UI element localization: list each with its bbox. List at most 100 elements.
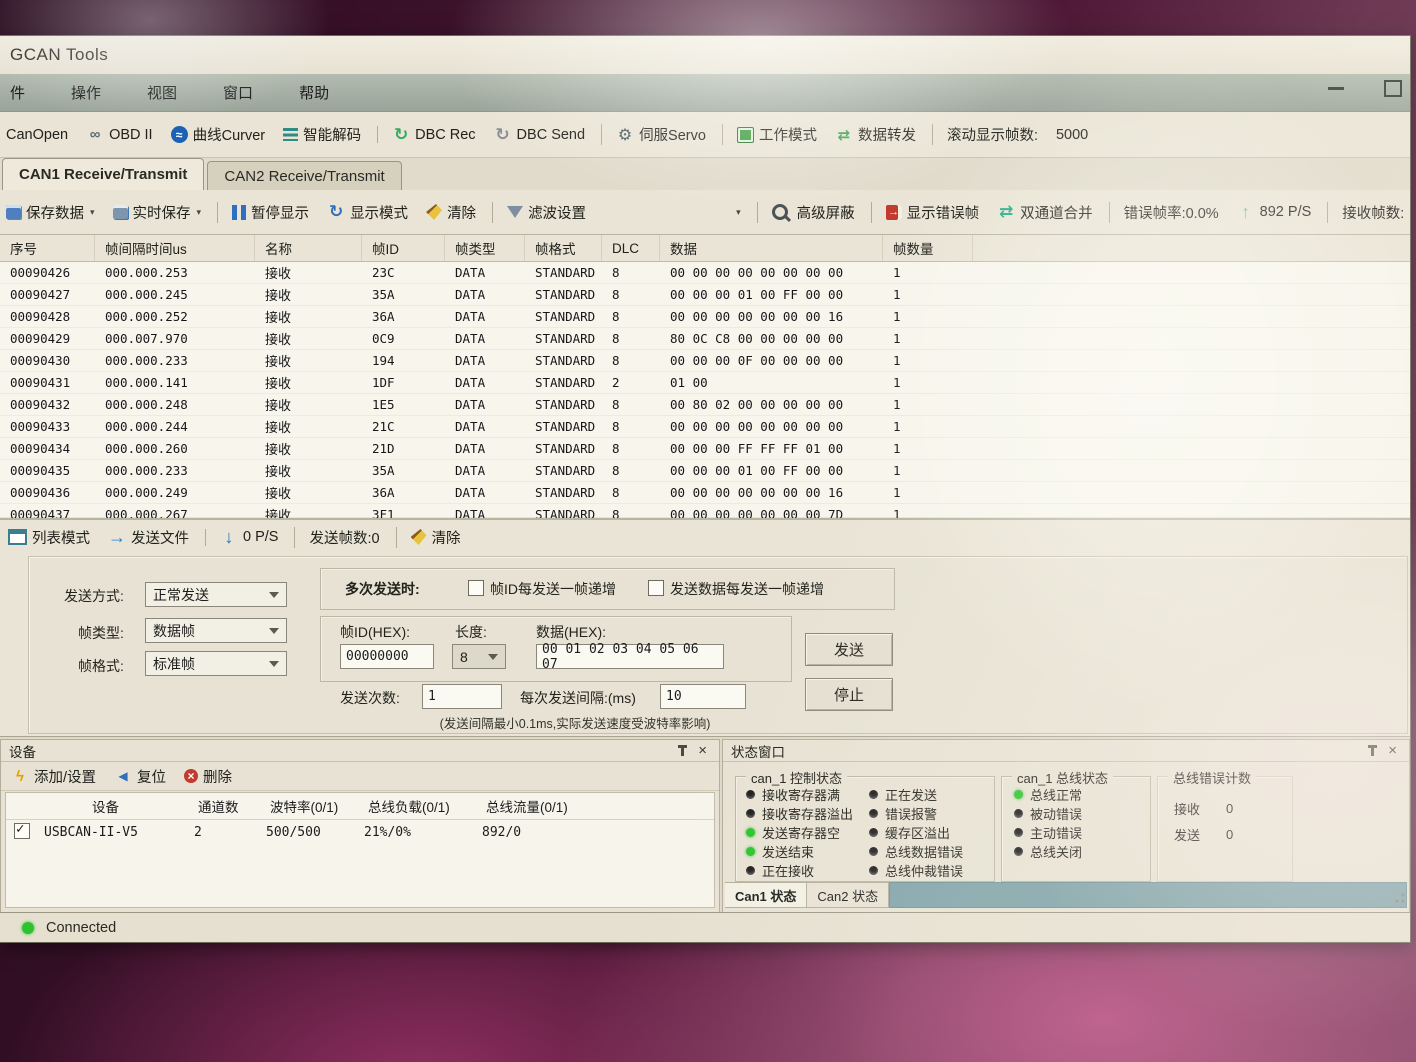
tab-strip-filler (889, 882, 1407, 908)
channel-tab[interactable]: CAN2 Receive/Transmit (207, 161, 401, 190)
stop-button[interactable]: 停止 (805, 678, 893, 711)
minimize-icon[interactable] (1328, 87, 1344, 90)
pin-icon[interactable] (681, 746, 684, 756)
toolbar-button[interactable]: 发送帧数:0 (294, 527, 379, 548)
cell-frame-type: DATA (445, 309, 525, 324)
menu-item[interactable]: 视图 (141, 80, 183, 105)
pin-icon[interactable] (1371, 746, 1374, 756)
id-increment-option[interactable]: 帧ID每发送一帧递增 (468, 579, 616, 599)
device-row[interactable]: USBCAN-II-V5 2 500/500 21%/0% 892/0 (6, 820, 714, 844)
column-header[interactable]: 帧格式 (525, 235, 602, 261)
resize-grip[interactable] (1392, 892, 1406, 906)
toolbar-button[interactable]: OBD II (86, 126, 153, 143)
toolbar-button[interactable]: 伺服Servo (601, 124, 706, 145)
table-row[interactable]: 00090434 000.000.260 接收 21D DATA STANDAR… (0, 438, 1410, 460)
magnifier-icon (772, 204, 788, 220)
status-panel-title: 状态窗口 (723, 740, 1409, 762)
toolbar-button[interactable]: 错误帧率:0.0% (1109, 202, 1219, 223)
device-enabled-checkbox[interactable] (14, 823, 30, 839)
cell-channels: 2 (194, 825, 266, 840)
status-led (746, 790, 755, 799)
toolbar-button[interactable]: 清除 (396, 527, 461, 548)
maximize-icon[interactable] (1384, 80, 1402, 97)
cell-name: 接收 (255, 417, 362, 436)
table-row[interactable]: 00090436 000.000.249 接收 36A DATA STANDAR… (0, 482, 1410, 504)
cell-dlc: 8 (602, 331, 660, 346)
status-led (869, 866, 878, 875)
toolbar-button[interactable]: 高级屏蔽 (757, 202, 855, 223)
toolbar-button[interactable]: 暂停显示 (217, 202, 309, 223)
status-tab[interactable]: Can1 状态 (725, 882, 807, 908)
channel-tab[interactable]: CAN1 Receive/Transmit (2, 158, 204, 190)
toolbar-button[interactable]: 892 P/S (1237, 204, 1312, 221)
cell-frame-id: 194 (362, 353, 445, 368)
status-indicator: 总线仲裁错误 (869, 861, 963, 880)
table-row[interactable]: 00090433 000.000.244 接收 21C DATA STANDAR… (0, 416, 1410, 438)
toolbar-button[interactable]: 实时保存 (113, 202, 202, 223)
toolbar-button[interactable]: 0 P/S (205, 529, 278, 546)
column-header[interactable]: 名称 (255, 235, 362, 261)
status-tab[interactable]: Can2 状态 (807, 882, 889, 908)
frame-id-input[interactable]: 00000000 (340, 644, 434, 669)
length-select[interactable]: 8 (452, 644, 506, 669)
toolbar-button[interactable]: DBC Rec (377, 126, 475, 143)
status-indicator: 发送寄存器空 (746, 823, 853, 842)
toolbar-button[interactable]: 显示模式 (327, 202, 408, 223)
column-header[interactable]: 帧间隔时间us (95, 235, 255, 261)
toolbar-button[interactable]: 滤波设置 (492, 202, 741, 223)
toolbar-button[interactable]: CanOpen (6, 127, 68, 143)
send-button[interactable]: 发送 (805, 633, 893, 666)
toolbar-button[interactable]: 发送文件 (108, 527, 189, 548)
data-increment-option[interactable]: 发送数据每发送一帧递增 (648, 579, 824, 599)
table-row[interactable]: 00090431 000.000.141 接收 1DF DATA STANDAR… (0, 372, 1410, 394)
list-mode-icon (8, 529, 27, 545)
toolbar-button[interactable]: 复位 (114, 766, 166, 787)
column-header[interactable]: 数据 (660, 235, 883, 261)
menu-item[interactable]: 件 (4, 80, 31, 105)
table-row[interactable]: 00090427 000.000.245 接收 35A DATA STANDAR… (0, 284, 1410, 306)
column-header[interactable]: 帧ID (362, 235, 445, 261)
column-header[interactable]: DLC (602, 235, 660, 261)
menu-item[interactable]: 窗口 (217, 80, 259, 105)
toolbar-button[interactable]: 双通道合并 (997, 202, 1093, 223)
data-increment-checkbox[interactable] (648, 580, 664, 596)
send-mode-select[interactable]: 正常发送 (145, 582, 287, 607)
cell-data: 80 0C C8 00 00 00 00 00 (660, 331, 883, 346)
table-row[interactable]: 00090432 000.000.248 接收 1E5 DATA STANDAR… (0, 394, 1410, 416)
menu-item[interactable]: 帮助 (293, 80, 335, 105)
status-led (1014, 828, 1023, 837)
cell-dlc: 8 (602, 419, 660, 434)
send-interval-input[interactable]: 10 (660, 684, 746, 709)
send-count-input[interactable]: 1 (422, 684, 502, 709)
table-row[interactable]: 00090428 000.000.252 接收 36A DATA STANDAR… (0, 306, 1410, 328)
column-header[interactable]: 序号 (0, 235, 95, 261)
toolbar-button[interactable]: 列表模式 (8, 527, 90, 548)
scroll-frames-value[interactable]: 5000 (1056, 127, 1088, 143)
toolbar-button[interactable]: 保存数据 (6, 202, 95, 223)
frame-type-select[interactable]: 数据帧 (145, 618, 287, 643)
toolbar-button[interactable]: 显示错误帧 (871, 202, 980, 223)
data-hex-input[interactable]: 00 01 02 03 04 05 06 07 (536, 644, 724, 669)
menu-item[interactable]: 操作 (65, 80, 107, 105)
toolbar-button[interactable]: 智能解码 (283, 124, 361, 145)
close-icon[interactable]: × (698, 743, 707, 758)
column-header[interactable]: 帧类型 (445, 235, 525, 261)
table-row[interactable]: 00090435 000.000.233 接收 35A DATA STANDAR… (0, 460, 1410, 482)
frame-format-select[interactable]: 标准帧 (145, 651, 287, 676)
toolbar-button[interactable]: 清除 (426, 202, 476, 223)
toolbar-button[interactable]: DBC Send (494, 126, 586, 143)
table-row[interactable]: 00090430 000.000.233 接收 194 DATA STANDAR… (0, 350, 1410, 372)
table-row[interactable]: 00090426 000.000.253 接收 23C DATA STANDAR… (0, 262, 1410, 284)
table-row[interactable]: 00090429 000.007.970 接收 0C9 DATA STANDAR… (0, 328, 1410, 350)
toolbar-button[interactable]: 接收帧数: (1327, 202, 1404, 223)
toolbar-button[interactable]: 曲线Curver (171, 124, 266, 145)
cell-seq: 00090431 (0, 375, 95, 390)
cell-data: 00 00 00 00 00 00 00 16 (660, 309, 883, 324)
close-icon[interactable]: × (1388, 743, 1397, 758)
toolbar-button[interactable]: 删除 (184, 766, 232, 787)
id-increment-checkbox[interactable] (468, 580, 484, 596)
column-header[interactable]: 帧数量 (883, 235, 973, 261)
toolbar-button[interactable]: 添加/设置 (11, 766, 96, 787)
toolbar-button[interactable]: 数据转发 (835, 124, 916, 145)
toolbar-button[interactable]: 工作模式 (722, 124, 817, 145)
